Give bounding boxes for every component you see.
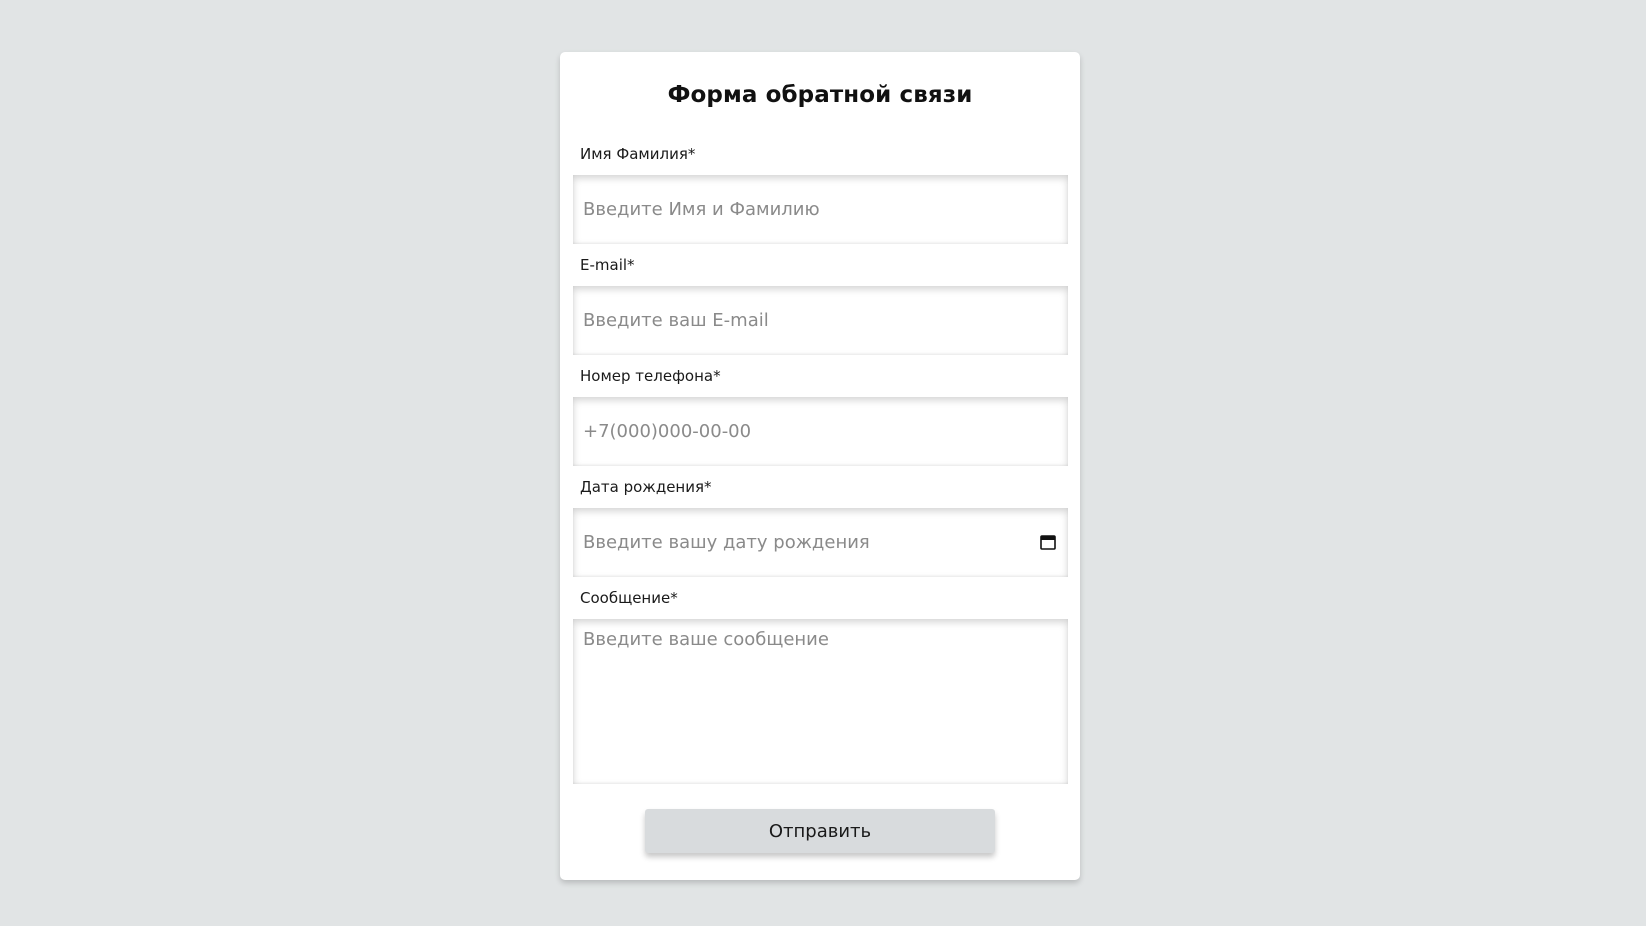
phone-label: Номер телефона* bbox=[580, 367, 721, 385]
message-label: Сообщение* bbox=[580, 589, 678, 607]
birthdate-label: Дата рождения* bbox=[580, 478, 712, 496]
phone-input[interactable] bbox=[573, 397, 1068, 466]
form-title: Форма обратной связи bbox=[667, 82, 973, 108]
feedback-form-card: Форма обратной связи Имя Фамилия* E-mail… bbox=[560, 52, 1080, 880]
submit-button[interactable]: Отправить bbox=[645, 809, 995, 853]
birthdate-input[interactable]: Введите вашу дату рождения bbox=[573, 508, 1068, 577]
email-label: E-mail* bbox=[580, 256, 635, 274]
message-textarea[interactable] bbox=[573, 619, 1068, 784]
birthdate-placeholder: Введите вашу дату рождения bbox=[583, 532, 870, 553]
calendar-icon[interactable] bbox=[1040, 534, 1056, 550]
name-input[interactable] bbox=[573, 175, 1068, 244]
name-label: Имя Фамилия* bbox=[580, 145, 696, 163]
email-input[interactable] bbox=[573, 286, 1068, 355]
